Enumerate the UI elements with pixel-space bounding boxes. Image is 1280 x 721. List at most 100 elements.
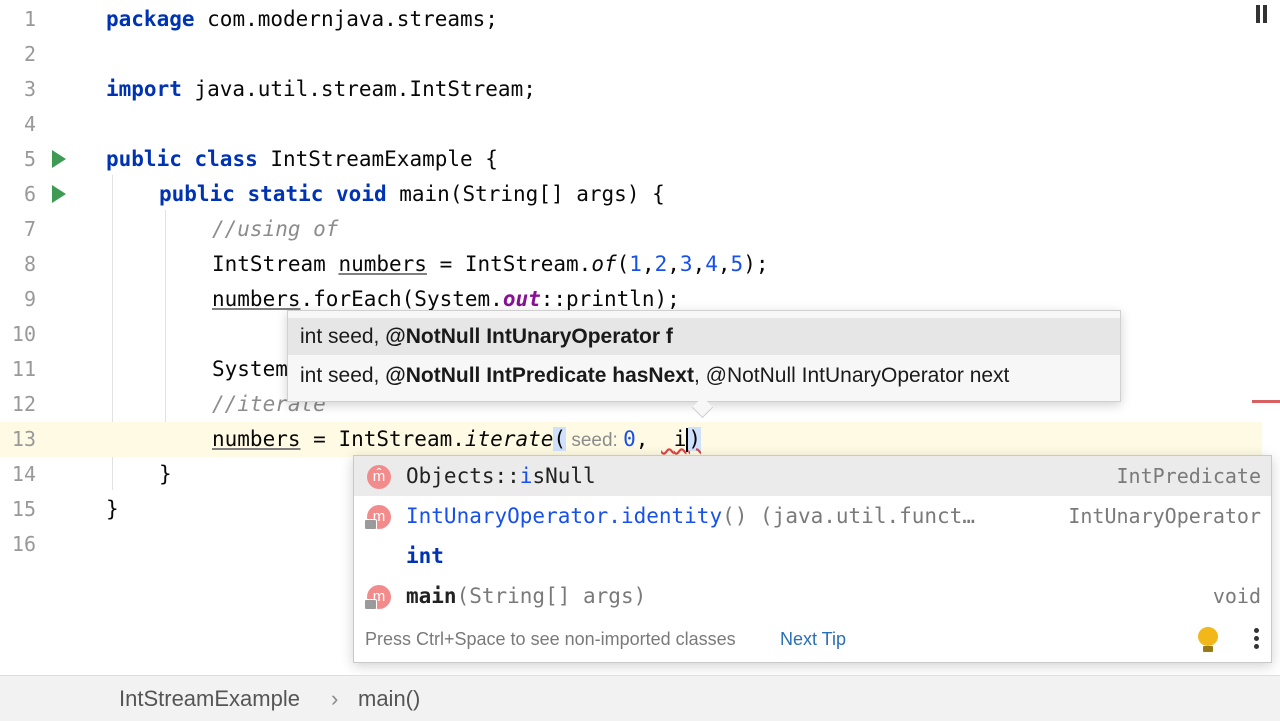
code-token: import: [106, 77, 182, 101]
code-text: System: [212, 352, 288, 387]
completion-hint: Press Ctrl+Space to see non-imported cla…: [365, 629, 736, 649]
code-token: static: [247, 182, 324, 206]
completion-item-label: IntUnaryOperator.identity() (java.util.f…: [406, 504, 975, 528]
code-token: i: [673, 427, 687, 451]
param-active: @NotNull IntPredicate hasNext: [385, 364, 694, 387]
line-number[interactable]: 6: [0, 177, 36, 212]
code-text: import java.util.stream.IntStream;: [106, 72, 536, 107]
code-token: = IntStream.: [300, 427, 465, 451]
completion-item[interactable]: m IntUnaryOperator.identity() (java.util…: [354, 496, 1271, 536]
code-token: 1: [629, 252, 642, 276]
code-text: }: [159, 457, 172, 492]
completion-item-label: Objects::isNull: [406, 464, 596, 488]
code-line[interactable]: 13 numbers = IntStream.iterate( seed: 0, …: [0, 422, 1262, 457]
code-token: ,: [692, 252, 706, 276]
param-text: , @NotNull IntUnaryOperator next: [693, 364, 1010, 387]
line-number[interactable]: 15: [0, 492, 36, 527]
lightbulb-icon[interactable]: [1198, 627, 1218, 653]
code-line[interactable]: 2: [0, 37, 1262, 72]
param-text: int seed,: [300, 364, 386, 387]
code-token: System: [212, 357, 288, 381]
code-token: package: [106, 7, 195, 31]
pause-icon[interactable]: [1254, 5, 1268, 23]
code-line[interactable]: 6 public static void main(String[] args) …: [0, 177, 1262, 212]
code-token: IntStream: [212, 252, 339, 276]
completion-item[interactable]: m̂ Objects::isNull IntPredicate: [354, 456, 1271, 496]
line-number[interactable]: 12: [0, 387, 36, 422]
completion-item[interactable]: int: [354, 536, 1271, 576]
code-line[interactable]: 3 import java.util.stream.IntStream;: [0, 72, 1262, 107]
breadcrumb: IntStreamExample › main(): [0, 675, 1280, 721]
code-token: (: [553, 427, 567, 451]
code-token: }: [106, 497, 119, 521]
method-icon: m: [364, 505, 391, 530]
line-number[interactable]: 16: [0, 527, 36, 562]
code-token: out: [502, 287, 541, 311]
code-text: }: [106, 492, 119, 527]
line-number[interactable]: 11: [0, 352, 36, 387]
line-number[interactable]: 2: [0, 37, 36, 72]
lock-icon: [364, 599, 377, 610]
completion-item-label: main(String[] args): [406, 584, 647, 608]
code-token: 2: [654, 252, 668, 276]
code-token: main(String[] args) {: [386, 182, 665, 206]
code-line[interactable]: 4: [0, 107, 1262, 142]
line-number[interactable]: 14: [0, 457, 36, 492]
code-token: ,: [635, 427, 662, 451]
code-text: IntStream numbers = IntStream.of(1,2,3,4…: [212, 247, 768, 282]
run-gutter-icon[interactable]: [52, 185, 66, 203]
run-gutter-icon[interactable]: [52, 150, 66, 168]
code-text: package com.modernjava.streams;: [106, 2, 498, 37]
code-line[interactable]: 1 package com.modernjava.streams;: [0, 2, 1262, 37]
next-tip-link[interactable]: Next Tip: [780, 616, 846, 662]
lock-icon: [364, 519, 377, 530]
breadcrumb-method[interactable]: main(): [358, 676, 420, 721]
completion-item-label: int: [406, 544, 444, 568]
code-token: ::println);: [540, 287, 680, 311]
code-token: 3: [679, 252, 693, 276]
line-number[interactable]: 4: [0, 107, 36, 142]
code-token: IntStreamExample {: [257, 147, 498, 171]
parameter-info-row[interactable]: int seed, @NotNull IntPredicate hasNext,…: [288, 357, 1120, 394]
code-token: ,: [717, 252, 731, 276]
code-token: .forEach(System.: [300, 287, 503, 311]
code-token: java.util.stream.IntStream;: [181, 77, 536, 101]
code-token: (: [616, 252, 630, 276]
line-number[interactable]: 5: [0, 142, 36, 177]
breadcrumb-class[interactable]: IntStreamExample: [119, 676, 300, 721]
line-number[interactable]: 7: [0, 212, 36, 247]
code-token: numbers: [338, 252, 427, 276]
error-stripe-marker[interactable]: [1252, 400, 1280, 403]
code-token: ,: [667, 252, 680, 276]
completion-item-type: void: [1212, 584, 1261, 608]
line-number[interactable]: 10: [0, 317, 36, 352]
code-token: ,: [641, 252, 655, 276]
code-token: public: [106, 147, 182, 171]
code-text: public static void main(String[] args) {: [159, 177, 665, 212]
code-token: void: [336, 182, 387, 206]
code-line[interactable]: 5 public class IntStreamExample {: [0, 142, 1262, 177]
code-token: = IntStream.: [426, 252, 592, 276]
line-number[interactable]: 9: [0, 282, 36, 317]
completion-footer: Press Ctrl+Space to see non-imported cla…: [354, 616, 1271, 662]
method-icon: m̂: [367, 465, 391, 489]
code-token: numbers: [212, 287, 301, 311]
parameter-info-row[interactable]: int seed, @NotNull IntUnaryOperator f: [288, 318, 1120, 355]
more-options-icon[interactable]: [1254, 628, 1259, 650]
code-token: seed:: [566, 430, 624, 451]
code-line[interactable]: 8 IntStream numbers = IntStream.of(1,2,3,…: [0, 247, 1262, 282]
line-number[interactable]: 8: [0, 247, 36, 282]
code-line[interactable]: 7 //using of: [0, 212, 1262, 247]
completion-item-type: IntPredicate: [1116, 464, 1262, 488]
line-number[interactable]: 13: [0, 422, 36, 457]
param-text: int seed,: [300, 325, 386, 348]
code-text: numbers = IntStream.iterate( seed: 0, i): [212, 422, 702, 458]
code-token: ): [688, 427, 702, 451]
code-text: public class IntStreamExample {: [106, 142, 498, 177]
method-icon: m: [364, 585, 391, 610]
completion-item[interactable]: m main(String[] args) void: [354, 576, 1271, 616]
line-number[interactable]: 3: [0, 72, 36, 107]
line-number[interactable]: 1: [0, 2, 36, 37]
